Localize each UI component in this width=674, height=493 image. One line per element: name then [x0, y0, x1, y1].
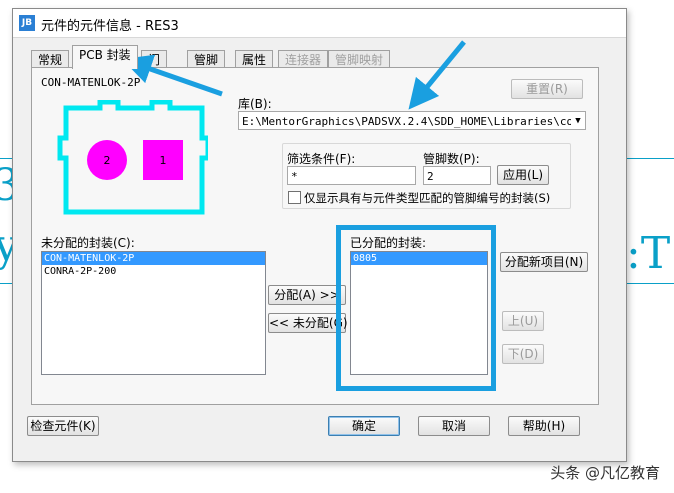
tab-pcb-decal[interactable]: PCB 封装: [72, 45, 138, 69]
arrow-to-library-icon: [408, 40, 466, 110]
annotation-arrows: [121, 40, 466, 110]
arrow-to-tab-icon: [121, 54, 223, 97]
watermark: 头条 @凡亿教育: [550, 464, 660, 482]
screenshot-root: { "window": { "title": "元件的元件信息 - RES3",…: [0, 0, 674, 493]
